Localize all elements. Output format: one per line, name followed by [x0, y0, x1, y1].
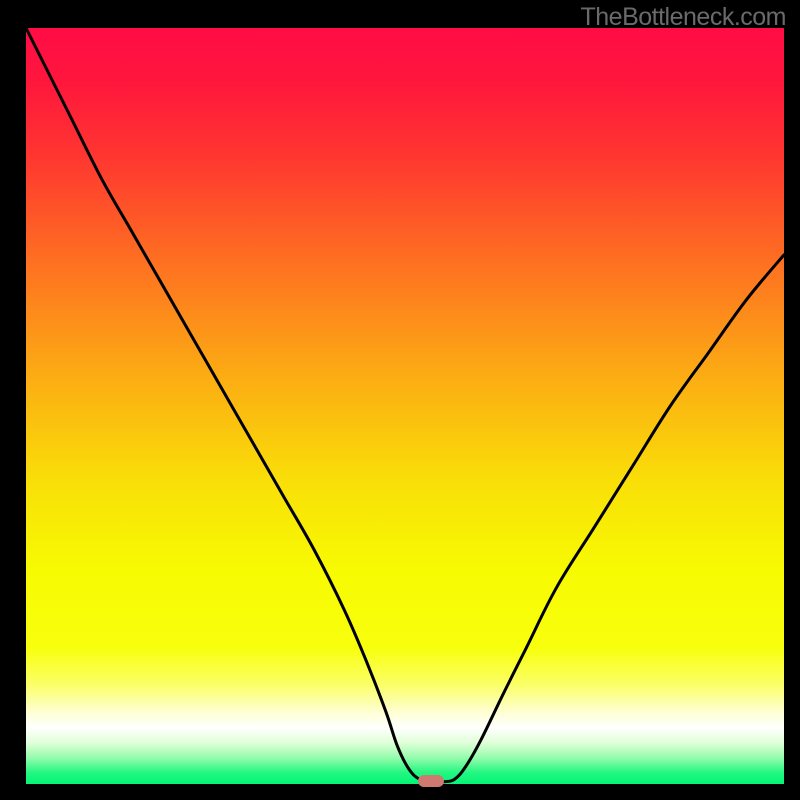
plot-area — [26, 28, 784, 784]
optimal-marker — [418, 775, 444, 787]
watermark-text: TheBottleneck.com — [581, 3, 787, 32]
bottleneck-curve — [26, 28, 784, 784]
